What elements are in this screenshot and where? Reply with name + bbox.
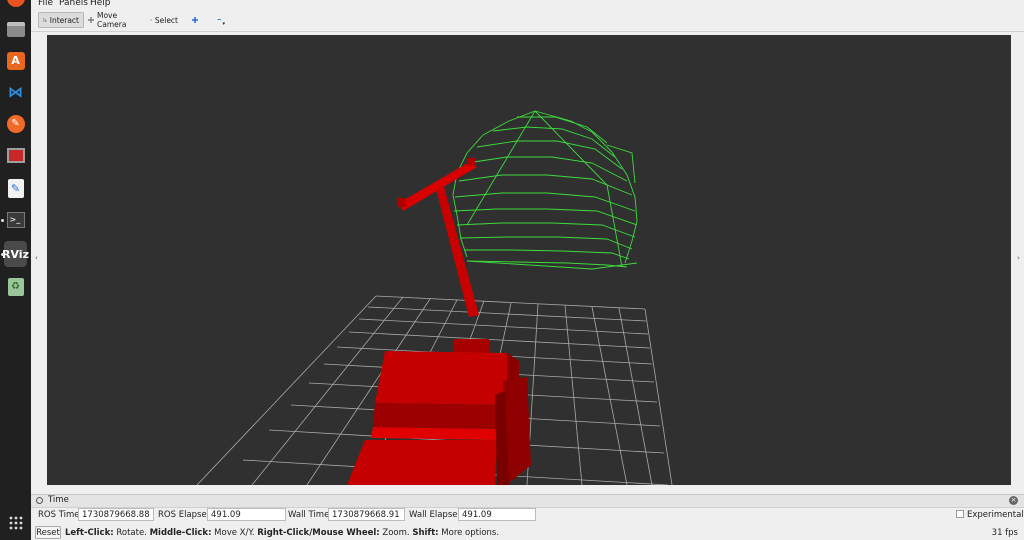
text-editor-icon[interactable]: ✎ (4, 177, 27, 200)
interact-tool-button[interactable]: Interact (38, 12, 84, 28)
render-3d-viewport[interactable] (47, 35, 1011, 485)
time-panel-header: Time × (31, 494, 1024, 508)
ros-time-field[interactable]: 1730879668.88 (78, 508, 154, 521)
mouse-hint-text: Left-Click: Rotate. Middle-Click: Move X… (65, 528, 500, 538)
postman-icon[interactable]: ✎ (4, 112, 27, 135)
software-store-icon[interactable]: A (4, 49, 27, 72)
select-tool-button[interactable]: Select (146, 12, 182, 28)
app-icon-top[interactable] (4, 0, 27, 9)
left-dock-collapse-handle[interactable]: ‹ (35, 254, 40, 264)
experimental-checkbox[interactable] (956, 510, 964, 518)
minus-icon (217, 18, 221, 20)
clock-icon (36, 497, 43, 504)
plus-icon (192, 17, 198, 23)
fps-counter: 31 fps (991, 528, 1018, 538)
move-camera-label: Move Camera (97, 11, 127, 29)
wall-time-label: Wall Time: (288, 510, 333, 520)
menu-bar: File Panels Help (31, 0, 1024, 10)
menu-file[interactable]: File (38, 0, 53, 8)
running-indicator (1, 253, 4, 256)
ros-elapsed-field[interactable]: 491.09 (207, 508, 286, 521)
trash-icon[interactable]: ♻ (4, 275, 27, 298)
robot-model (347, 158, 531, 485)
select-icon (150, 19, 152, 21)
screen-recorder-icon[interactable] (4, 144, 27, 167)
interact-label: Interact (49, 15, 79, 25)
right-dock-collapse-handle[interactable]: › (1017, 254, 1022, 264)
wall-elapsed-field[interactable]: 491.09 (458, 508, 536, 521)
move-camera-tool-button[interactable]: Move Camera (84, 11, 140, 29)
rviz-icon[interactable]: RViz (2, 241, 29, 267)
reset-button[interactable]: Reset (35, 526, 61, 539)
files-icon[interactable] (4, 18, 27, 41)
terminal-icon[interactable]: >_ (4, 208, 27, 231)
laser-scan-points (452, 110, 638, 270)
vscode-icon[interactable]: ⋈ (4, 80, 27, 103)
time-panel-title: Time (48, 495, 69, 505)
dropdown-arrow-icon: ▾ (222, 21, 225, 27)
ros-time-label: ROS Time: (38, 510, 83, 520)
tools-toolbar: Interact Move Camera Select ▾ (31, 10, 1024, 32)
status-bar: Reset Left-Click: Rotate. Middle-Click: … (31, 524, 1024, 540)
launcher-dock: A ⋈ ✎ ✎ >_ RViz ♻ (0, 0, 31, 540)
rviz-window: File Panels Help Interact Move Camera Se… (31, 0, 1024, 540)
show-apps-icon[interactable] (4, 511, 27, 534)
menu-panels[interactable]: Panels (59, 0, 88, 8)
running-indicator (1, 219, 4, 222)
close-panel-icon[interactable]: × (1009, 496, 1018, 505)
time-panel-fields: ROS Time: 1730879668.88 ROS Elapsed: 491… (31, 507, 1024, 523)
menu-help[interactable]: Help (90, 0, 111, 8)
experimental-label: Experimental (967, 510, 1024, 520)
wall-time-field[interactable]: 1730879668.91 (328, 508, 405, 521)
remove-tool-button[interactable]: ▾ (213, 12, 231, 28)
add-tool-button[interactable] (187, 12, 203, 28)
select-label: Select (154, 15, 178, 25)
move-camera-icon (88, 17, 94, 23)
cursor-icon (43, 17, 47, 23)
